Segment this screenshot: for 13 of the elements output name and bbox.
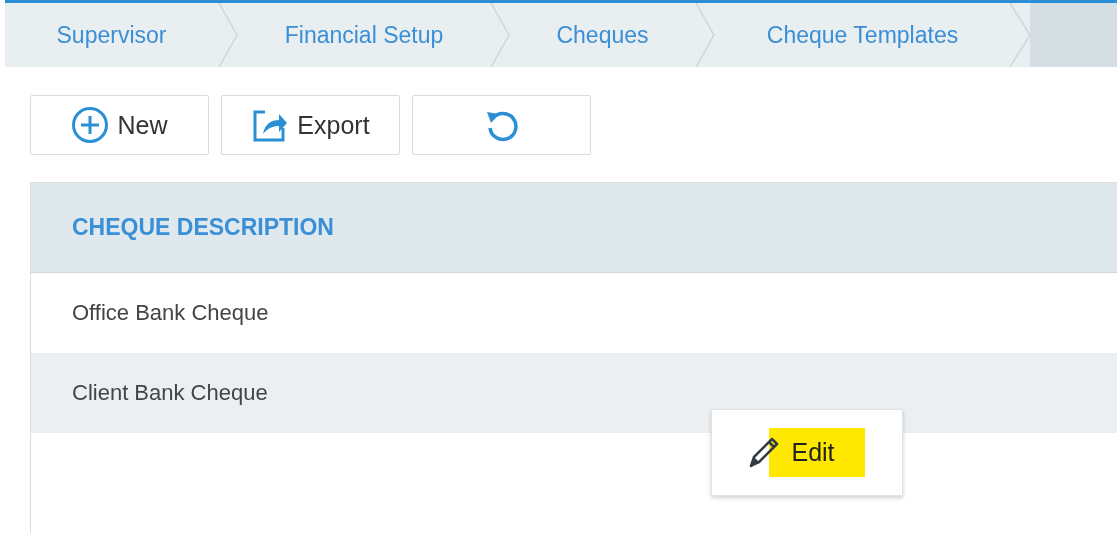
chevron-separator-icon [695, 3, 715, 67]
table-cell: Client Bank Cheque [72, 380, 268, 406]
table-cell: Office Bank Cheque [72, 300, 269, 326]
chevron-separator-icon [218, 3, 238, 67]
table-row[interactable]: Client Bank Cheque [31, 353, 1117, 433]
pencil-icon [749, 437, 780, 468]
refresh-button[interactable] [412, 95, 591, 155]
export-button[interactable]: Export [221, 95, 400, 155]
column-header: CHEQUE DESCRIPTION [72, 214, 334, 241]
menu-item[interactable]: Edit [769, 428, 865, 477]
new-button[interactable]: New [30, 95, 209, 155]
chevron-separator-icon [490, 3, 510, 67]
plus-circle-icon [71, 106, 110, 144]
